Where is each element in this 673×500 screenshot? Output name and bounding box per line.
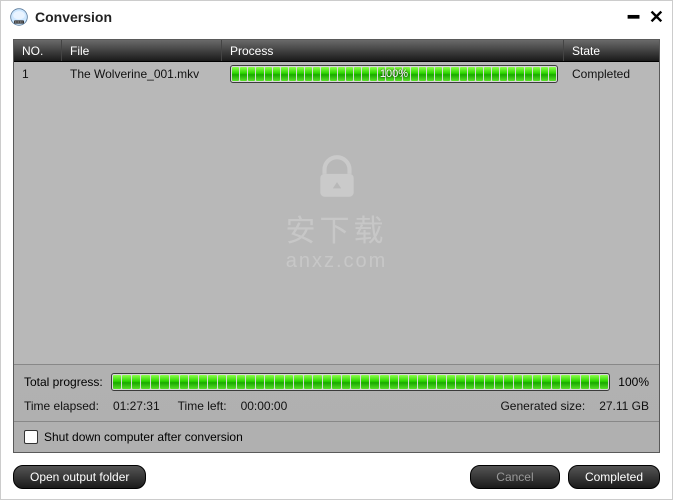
time-info-line: Time elapsed: 01:27:31 Time left: 00:00:00…	[24, 399, 649, 413]
row-progress-label: 100%	[231, 66, 557, 82]
window-title: Conversion	[35, 9, 628, 25]
shutdown-checkbox[interactable]	[24, 430, 38, 444]
total-progress-label: Total progress:	[24, 375, 103, 389]
shutdown-label: Shut down computer after conversion	[44, 430, 243, 444]
header-process[interactable]: Process	[222, 40, 564, 61]
bottom-info: Total progress: 100% Time elapsed: 01:27:…	[14, 364, 659, 421]
header-file[interactable]: File	[62, 40, 222, 61]
cell-process: 100%	[222, 65, 564, 83]
open-output-folder-button[interactable]: Open output folder	[13, 465, 146, 489]
cell-no: 1	[14, 67, 62, 81]
timeleft-label: Time left:	[178, 399, 227, 413]
total-progress-line: Total progress: 100%	[24, 373, 649, 391]
app-icon	[9, 7, 29, 27]
completed-button[interactable]: Completed	[568, 465, 660, 489]
table-row[interactable]: 1 The Wolverine_001.mkv 100% Completed	[14, 62, 659, 86]
timeleft-value: 00:00:00	[241, 399, 288, 413]
cell-state: Completed	[564, 67, 659, 81]
table-header: NO. File Process State	[14, 40, 659, 62]
watermark: 安下载 anxz.com	[286, 153, 388, 273]
generated-value: 27.11 GB	[599, 399, 649, 413]
generated-label: Generated size:	[500, 399, 585, 413]
watermark-text-en: anxz.com	[286, 250, 388, 273]
total-progress-bar	[111, 373, 611, 391]
cell-file: The Wolverine_001.mkv	[62, 67, 222, 81]
total-progress-fill	[112, 374, 610, 390]
spacer	[154, 465, 462, 489]
header-no[interactable]: NO.	[14, 40, 62, 61]
close-button[interactable]: ✕	[649, 10, 664, 24]
minimize-button[interactable]: ━	[628, 10, 639, 24]
content-panel: NO. File Process State 1 The Wolverine_0…	[13, 39, 660, 453]
row-progress-bar: 100%	[230, 65, 558, 83]
total-progress-pct: 100%	[618, 375, 649, 389]
window-buttons: ━ ✕	[628, 10, 664, 24]
table-body: 1 The Wolverine_001.mkv 100% Completed 安…	[14, 62, 659, 364]
watermark-text-cn: 安下载	[286, 206, 388, 250]
elapsed-value: 01:27:31	[113, 399, 160, 413]
header-state[interactable]: State	[564, 40, 659, 61]
cancel-button[interactable]: Cancel	[470, 465, 560, 489]
titlebar: Conversion ━ ✕	[1, 1, 672, 33]
elapsed-label: Time elapsed:	[24, 399, 99, 413]
footer: Open output folder Cancel Completed	[1, 461, 672, 499]
shutdown-row: Shut down computer after conversion	[14, 421, 659, 452]
